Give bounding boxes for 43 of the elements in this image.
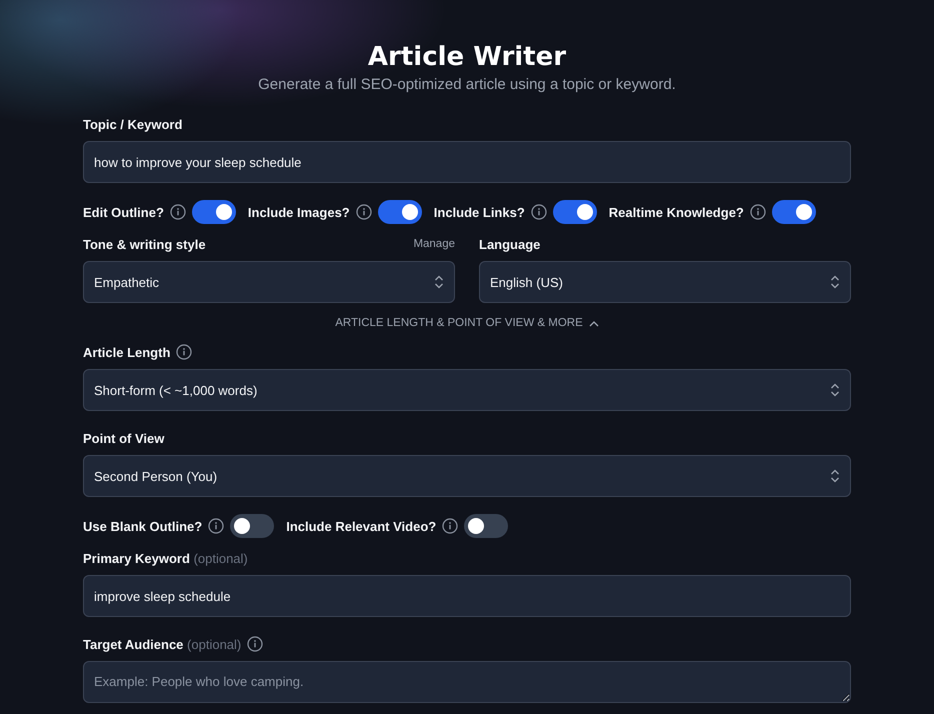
- toggle-switch[interactable]: [772, 200, 816, 224]
- select-dropdown[interactable]: Empathetic: [83, 261, 455, 303]
- field-label: Language: [479, 236, 540, 252]
- field-label: Point of View: [83, 430, 164, 446]
- field-label: Topic / Keyword: [83, 116, 182, 132]
- info-icon[interactable]: [356, 204, 372, 220]
- page-title: Article Writer: [366, 41, 568, 74]
- topic-input[interactable]: how to improve your sleep schedule: [83, 141, 851, 183]
- info-icon[interactable]: [530, 204, 547, 220]
- audience-textarea[interactable]: Example: People who love camping.: [83, 661, 851, 703]
- chevron-up-down-icon: [434, 275, 444, 289]
- page-subtitle: Generate a full SEO-optimized article using a topic or keyword.: [257, 76, 677, 93]
- select-dropdown[interactable]: Short-form (< ~1,000 words): [83, 369, 851, 411]
- info-icon[interactable]: [176, 344, 192, 360]
- toggle-label: Edit Outline?: [83, 204, 164, 220]
- field-label: Primary Keyword (optional): [83, 550, 248, 566]
- chevron-up-down-icon: [830, 275, 840, 289]
- caret-icon: [588, 320, 599, 326]
- toggle-switch[interactable]: [378, 200, 422, 224]
- toggle-switch[interactable]: [230, 514, 274, 538]
- toggle-label: Realtime Knowledge?: [608, 204, 744, 220]
- toggle-switch[interactable]: [552, 200, 597, 224]
- toggle-label: Include Images?: [248, 204, 350, 220]
- info-icon[interactable]: [442, 518, 458, 534]
- chevron-up-down-icon: [830, 383, 840, 397]
- toggle-label: Include Relevant Video?: [286, 518, 436, 534]
- manage-link[interactable]: Manage: [413, 238, 455, 250]
- info-icon[interactable]: [247, 636, 264, 652]
- field-label: Target Audience (optional): [83, 636, 242, 652]
- toggle-switch[interactable]: [464, 514, 508, 538]
- toggle-label: Use Blank Outline?: [83, 518, 202, 534]
- field-label: Tone & writing style: [83, 236, 206, 252]
- toggle-label: Include Links?: [434, 204, 525, 220]
- chevron-up-down-icon: [830, 469, 840, 483]
- info-icon[interactable]: [208, 518, 224, 534]
- section-toggle[interactable]: ARTICLE LENGTH & POINT OF VIEW & MORE: [335, 317, 599, 329]
- select-dropdown[interactable]: Second Person (You): [83, 455, 851, 497]
- select-dropdown[interactable]: English (US): [479, 261, 851, 303]
- keyword-input[interactable]: improve sleep schedule: [83, 575, 851, 617]
- field-label: Article Length: [83, 344, 170, 360]
- toggle-switch[interactable]: [192, 200, 236, 224]
- info-icon[interactable]: [170, 204, 186, 220]
- info-icon[interactable]: [750, 204, 766, 220]
